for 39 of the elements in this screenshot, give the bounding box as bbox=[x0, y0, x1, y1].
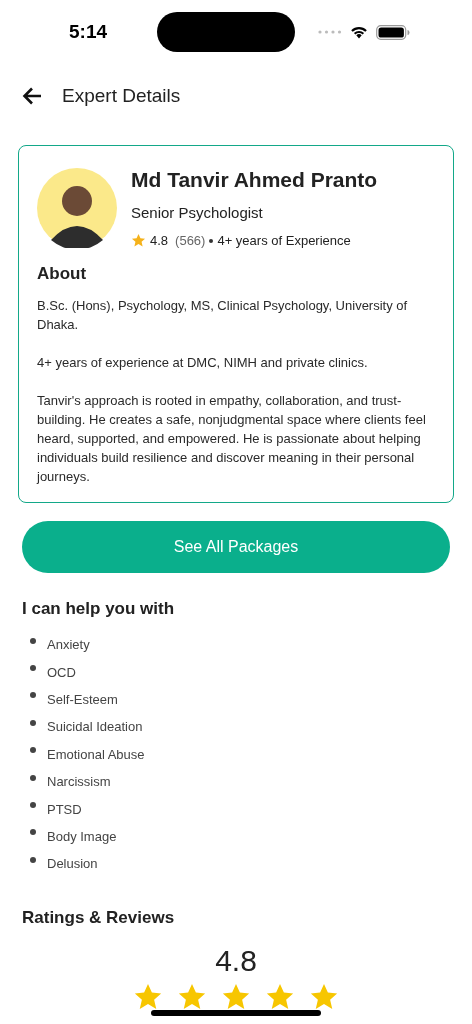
topic-item: Delusion bbox=[47, 856, 98, 872]
section-heading: Ratings & Reviews bbox=[22, 907, 176, 928]
section-heading: I can help you with bbox=[22, 599, 176, 619]
bullet-icon bbox=[209, 238, 214, 243]
bullet-icon bbox=[30, 665, 36, 672]
bullet-icon bbox=[30, 637, 36, 644]
rating-value: 4.8 bbox=[150, 233, 169, 248]
bullet-icon bbox=[30, 856, 36, 863]
bullet-icon bbox=[30, 692, 36, 699]
topic-item: OCD bbox=[47, 664, 76, 680]
about-paragraph: 4+ years of experience at DMC, NIMH and private clinics. bbox=[37, 354, 369, 372]
bullet-icon bbox=[30, 829, 36, 836]
topic-item: PTSD bbox=[47, 801, 82, 817]
about-heading: About bbox=[37, 264, 88, 284]
topic-item: Body Image bbox=[47, 828, 117, 844]
review-count: (566) bbox=[175, 233, 206, 248]
bullet-icon bbox=[30, 802, 36, 809]
rating-score: 4.8 bbox=[215, 943, 257, 978]
wifi-icon bbox=[350, 25, 368, 39]
bullet-icon bbox=[30, 719, 36, 726]
topic-item: Anxiety bbox=[47, 637, 90, 653]
page-title: Expert Details bbox=[62, 85, 181, 107]
bullet-icon bbox=[30, 747, 36, 754]
expert-name: Md Tanvir Ahmed Pranto bbox=[131, 168, 378, 192]
see-all-packages-button[interactable]: See All Packages bbox=[22, 521, 450, 573]
experience-text: 4+ years of Experience bbox=[217, 233, 351, 248]
about-paragraph: B.Sc. (Hons), Psychology, MS, Clinical Psychology, University of Dhaka. bbox=[37, 297, 409, 334]
back-arrow-icon[interactable] bbox=[22, 87, 42, 105]
signal-icon bbox=[318, 30, 342, 34]
bullet-icon bbox=[30, 774, 36, 781]
topic-item: Self-Esteem bbox=[47, 691, 118, 707]
expert-role: Senior Psychologist bbox=[131, 204, 264, 221]
battery-icon bbox=[376, 24, 410, 40]
status-time: 5:14 bbox=[69, 21, 108, 43]
star-icon bbox=[131, 233, 146, 248]
topic-item: Narcissism bbox=[47, 774, 111, 790]
about-paragraph: Tanvir's approach is rooted in empathy, collaboration, and trust-building. He creates a safe, nonjudgmental space where clients feel heard, supported, and empowered. He is passionate about helping individuals build resilience and discover meaning in their personal journeys. bbox=[37, 392, 427, 486]
topic-item: Emotional Abuse bbox=[47, 746, 145, 762]
topic-item: Suicidal Ideation bbox=[47, 719, 143, 735]
